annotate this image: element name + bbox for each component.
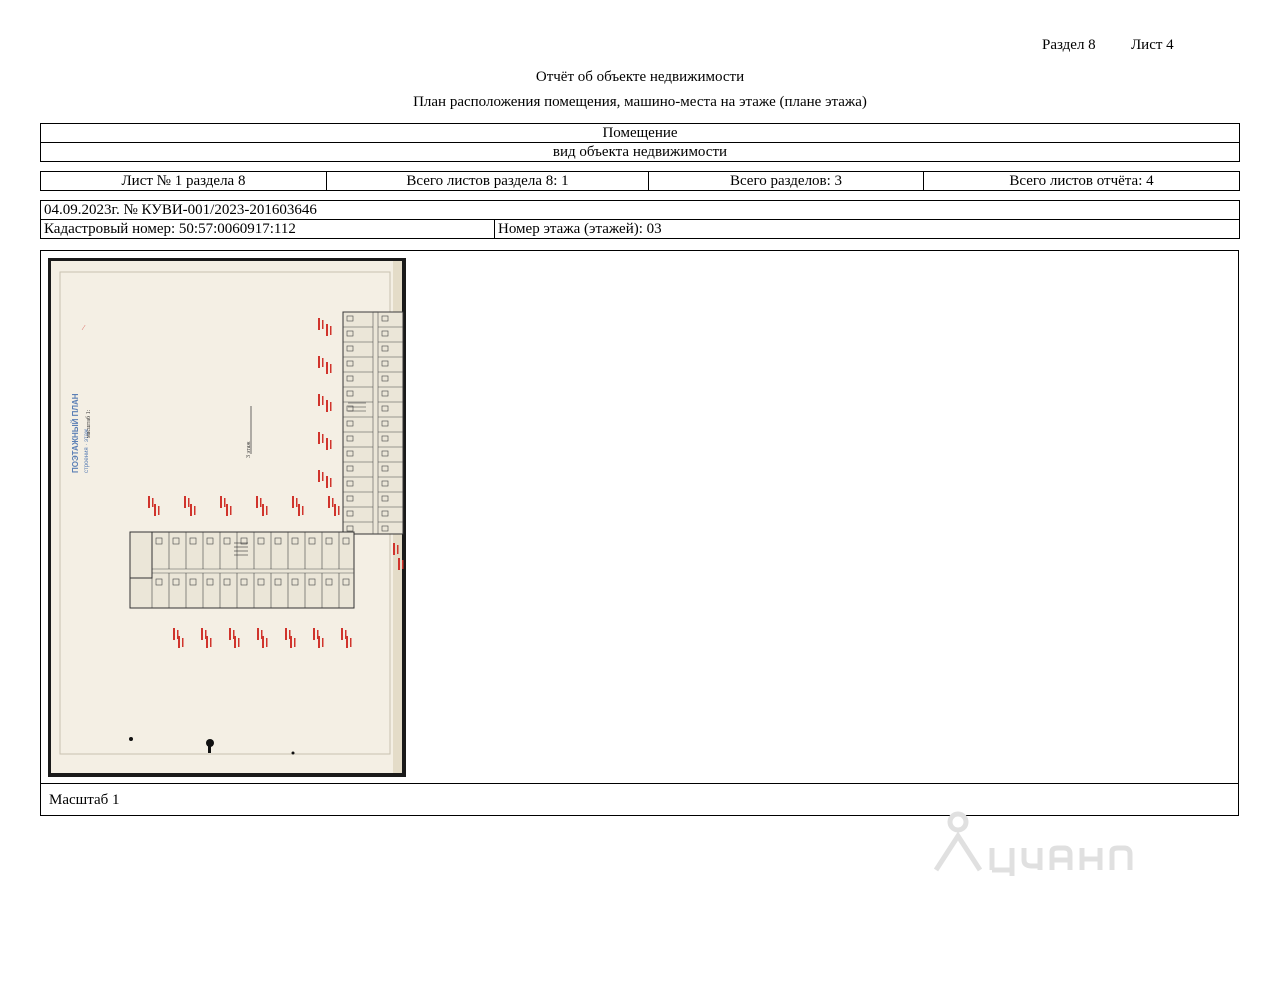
sheet-label: Лист 4 xyxy=(1131,37,1174,53)
object-type-table: Помещение вид объекта недвижимости xyxy=(40,123,1240,162)
report-subtitle: План расположения помещения, машино-мест… xyxy=(413,94,867,110)
document-date-number: 04.09.2023г. № КУВИ-001/2023-201603646 xyxy=(40,200,1240,220)
floor-number: Номер этажа (этажей): 03 xyxy=(494,219,1240,239)
svg-text:ПОЭТАЖНЫЙ ПЛАН: ПОЭТАЖНЫЙ ПЛАН xyxy=(71,393,80,473)
scale-label: Масштаб 1 xyxy=(49,792,120,808)
object-type-caption: вид объекта недвижимости xyxy=(40,142,1240,162)
svg-text:масштаб 1:: масштаб 1: xyxy=(85,409,92,438)
plan-divider xyxy=(41,783,1238,784)
floor-annotation: 3 этаж xyxy=(246,441,252,458)
total-sections: Всего разделов: 3 xyxy=(648,171,924,191)
floor-plan-box: ПОЭТАЖНЫЙ ПЛАН строения · этаж масштаб 1… xyxy=(40,250,1239,816)
report-title: Отчёт об объекте недвижимости xyxy=(535,69,745,85)
total-section-sheets: Всего листов раздела 8: 1 xyxy=(326,171,649,191)
cadastral-number: Кадастровый номер: 50:57:0060917:112 xyxy=(40,219,495,239)
sheet-counts-table: Лист № 1 раздела 8 Всего листов раздела … xyxy=(40,171,1240,191)
total-report-sheets: Всего листов отчёта: 4 xyxy=(923,171,1240,191)
document-info-table: 04.09.2023г. № КУВИ-001/2023-201603646 К… xyxy=(40,200,1240,239)
object-type-value: Помещение xyxy=(40,123,1240,143)
sheet-of-section: Лист № 1 раздела 8 xyxy=(40,171,327,191)
floor-plan-image: ПОЭТАЖНЫЙ ПЛАН строения · этаж масштаб 1… xyxy=(48,258,406,777)
watermark-logo-icon xyxy=(933,811,1133,876)
section-label: Раздел 8 xyxy=(1042,37,1096,53)
